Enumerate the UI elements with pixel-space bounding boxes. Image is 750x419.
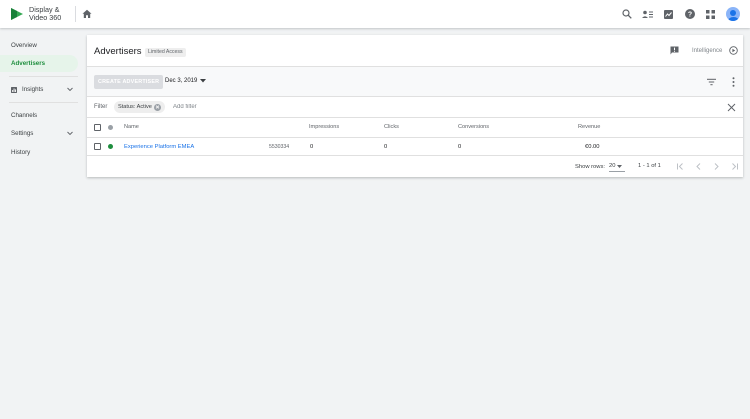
remove-filter-icon[interactable] bbox=[153, 103, 161, 111]
column-header-clicks[interactable]: Clicks bbox=[384, 118, 399, 137]
dv360-logo[interactable] bbox=[10, 7, 24, 21]
status-filter-chip[interactable]: Status: Active bbox=[114, 101, 165, 113]
nav-divider bbox=[9, 76, 78, 77]
first-page-icon[interactable] bbox=[676, 162, 685, 171]
clicks-value: 0 bbox=[384, 144, 388, 150]
sidebar-item-overview[interactable]: Overview bbox=[0, 37, 78, 54]
date-value: Dec 3, 2019 bbox=[165, 78, 198, 84]
column-header-name[interactable]: Name bbox=[124, 118, 139, 137]
column-header-revenue[interactable]: Revenue bbox=[578, 118, 600, 137]
sidebar-item-label: Settings bbox=[11, 130, 34, 137]
search-button[interactable] bbox=[616, 6, 637, 22]
home-icon[interactable] bbox=[82, 9, 92, 19]
column-header-impressions[interactable]: Impressions bbox=[309, 118, 339, 137]
feedback-icon[interactable] bbox=[670, 46, 679, 55]
dropdown-arrow-icon bbox=[200, 79, 207, 83]
add-filter-input[interactable] bbox=[173, 101, 293, 113]
account-list-button[interactable] bbox=[637, 6, 658, 22]
more-vert-icon[interactable] bbox=[732, 77, 735, 87]
topbar-divider bbox=[75, 6, 76, 22]
last-page-icon[interactable] bbox=[730, 162, 739, 171]
nav-divider bbox=[9, 102, 78, 103]
card-header: Advertisers Limited Access Intelligence bbox=[87, 35, 743, 67]
conversions-value: 0 bbox=[458, 144, 462, 150]
intelligence-toggle-label[interactable]: Intelligence bbox=[692, 48, 722, 54]
insights-icon bbox=[11, 86, 17, 93]
brand-name: Display & Video 360 bbox=[29, 5, 62, 22]
sidebar-item-label: History bbox=[11, 149, 31, 156]
impressions-value: 0 bbox=[310, 144, 314, 150]
sidebar-item-channels[interactable]: Channels bbox=[0, 107, 78, 124]
rows-per-page-label: Show rows: bbox=[575, 164, 605, 170]
filter-chip-label: Status: Active bbox=[118, 104, 152, 110]
top-actions: ? bbox=[616, 6, 740, 22]
next-page-icon[interactable] bbox=[712, 162, 721, 171]
previous-page-icon[interactable] bbox=[694, 162, 703, 171]
rows-per-page-select[interactable]: 20 bbox=[609, 161, 625, 172]
create-advertiser-button[interactable]: CREATE ADVERTISER bbox=[94, 75, 164, 89]
chevron-down-icon bbox=[67, 87, 73, 92]
advertiser-name-link[interactable]: Experience Platform EMEA bbox=[124, 138, 194, 156]
active-status-icon bbox=[108, 144, 113, 149]
advertisers-card: Advertisers Limited Access Intelligence … bbox=[87, 35, 743, 177]
apps-grid-icon bbox=[706, 9, 715, 19]
sidebar-item-advertisers[interactable]: Advertisers bbox=[0, 55, 78, 72]
reports-icon bbox=[664, 9, 673, 19]
sidebar-item-settings[interactable]: Settings bbox=[0, 125, 78, 142]
close-icon[interactable] bbox=[727, 103, 736, 112]
help-button[interactable]: ? bbox=[679, 6, 700, 22]
advertiser-id: 5530334 bbox=[269, 144, 290, 150]
top-app-bar: Display & Video 360 ? bbox=[0, 0, 750, 28]
reports-button[interactable] bbox=[658, 6, 679, 22]
row-checkbox[interactable] bbox=[94, 143, 101, 150]
date-picker[interactable]: Dec 3, 2019 bbox=[165, 78, 207, 84]
sidebar-item-insights[interactable]: Insights bbox=[0, 81, 78, 98]
sidebar-item-label: Insights bbox=[22, 86, 44, 93]
apps-button[interactable] bbox=[700, 6, 721, 22]
column-header-conversions[interactable]: Conversions bbox=[458, 118, 489, 137]
chevron-down-icon bbox=[67, 131, 73, 136]
sidebar-item-label: Advertisers bbox=[11, 60, 46, 67]
table-row[interactable]: Experience Platform EMEA 5530334 0 0 0 €… bbox=[87, 138, 743, 156]
sidebar-item-label: Overview bbox=[11, 42, 37, 49]
table-header: Name Impressions Clicks Conversions Reve… bbox=[87, 118, 743, 138]
dropdown-arrow-icon bbox=[617, 164, 623, 168]
account-list-icon bbox=[642, 10, 653, 18]
svg-text:?: ? bbox=[687, 12, 691, 19]
page-title: Advertisers bbox=[94, 46, 142, 57]
page-range: 1 - 1 of 1 bbox=[638, 163, 661, 169]
pagination: Show rows: 20 1 - 1 of 1 bbox=[87, 156, 743, 177]
sidebar-item-label: Channels bbox=[11, 112, 38, 119]
rows-per-page-value: 20 bbox=[609, 163, 616, 169]
status-column-icon bbox=[108, 125, 113, 130]
sidebar-nav: Overview Advertisers Insights Channels S… bbox=[0, 28, 86, 419]
sidebar-item-history[interactable]: History bbox=[0, 144, 78, 161]
help-icon: ? bbox=[684, 9, 695, 19]
intelligence-icon[interactable] bbox=[729, 46, 738, 55]
revenue-value: €0.00 bbox=[585, 144, 600, 150]
filter-bar: Filter Status: Active bbox=[87, 97, 743, 118]
search-icon bbox=[621, 9, 632, 19]
toolbar: CREATE ADVERTISER Dec 3, 2019 bbox=[87, 67, 743, 97]
filter-list-icon[interactable] bbox=[707, 78, 716, 86]
limited-access-badge: Limited Access bbox=[145, 48, 186, 57]
account-avatar[interactable] bbox=[726, 7, 740, 21]
select-all-checkbox[interactable] bbox=[94, 124, 101, 131]
filter-label: Filter bbox=[94, 104, 108, 110]
